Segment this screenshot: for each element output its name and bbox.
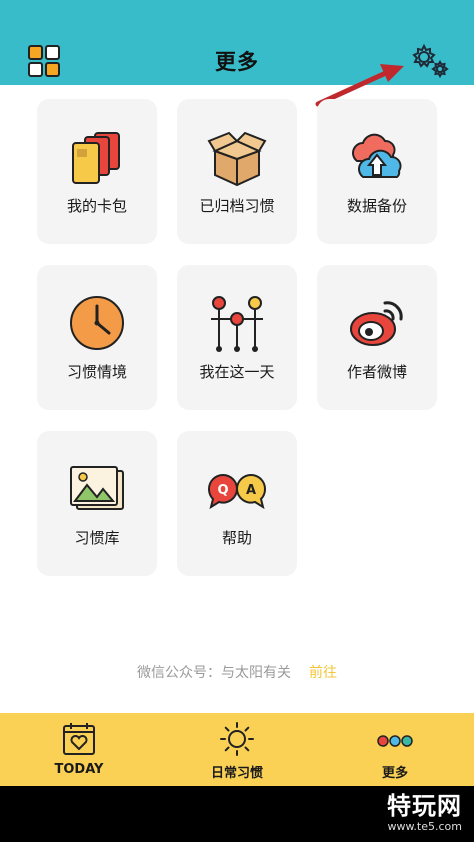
card-label: 数据备份	[346, 197, 407, 215]
tab-label: 更多	[381, 766, 408, 781]
card-help[interactable]: Q A 帮助	[177, 431, 297, 576]
svg-text:Q: Q	[217, 483, 228, 498]
tab-more[interactable]: 更多	[316, 713, 474, 786]
bottom-tab-bar: TODAY 日常习惯 更多	[0, 713, 474, 786]
tab-label: 日常习惯	[210, 766, 263, 781]
card-label: 帮助	[221, 529, 252, 547]
card-label: 作者微博	[346, 363, 407, 381]
picture-library-icon	[67, 459, 127, 519]
card-data-backup[interactable]: 数据备份	[317, 99, 437, 244]
card-my-wallet[interactable]: 我的卡包	[37, 99, 157, 244]
card-habit-library[interactable]: 习惯库	[37, 431, 157, 576]
card-label: 我在这一天	[199, 363, 275, 381]
weibo-icon	[347, 293, 407, 353]
card-label: 我的卡包	[66, 197, 127, 215]
sun-icon	[219, 721, 255, 757]
card-archived-habits[interactable]: 已归档习惯	[177, 99, 297, 244]
wechat-line: 微信公众号：与太阳有关 前往	[0, 662, 474, 682]
wechat-text: 微信公众号：与太阳有关	[137, 665, 291, 681]
card-habit-context[interactable]: 习惯情境	[37, 265, 157, 410]
archive-box-icon	[207, 127, 267, 187]
three-dots-icon	[377, 721, 413, 757]
calendar-heart-icon	[61, 721, 97, 757]
card-label: 习惯情境	[66, 363, 127, 381]
svg-text:A: A	[246, 483, 256, 498]
card-label: 习惯库	[74, 529, 120, 547]
card-wallet-icon	[67, 127, 127, 187]
card-author-weibo[interactable]: 作者微博	[317, 265, 437, 410]
qa-bubbles-icon: Q A	[207, 459, 267, 519]
settings-gears-icon[interactable]	[410, 43, 450, 79]
watermark-main: 特玩网	[387, 792, 462, 820]
card-on-this-day[interactable]: 我在这一天	[177, 265, 297, 410]
clock-icon	[67, 293, 127, 353]
watermark-sub: www.te5.com	[387, 820, 462, 833]
watermark: 特玩网 www.te5.com	[387, 792, 462, 834]
tab-label: TODAY	[54, 762, 104, 777]
wechat-go-link[interactable]: 前往	[309, 665, 337, 681]
tab-daily-habits[interactable]: 日常习惯	[158, 713, 316, 786]
timeline-icon	[207, 293, 267, 353]
card-label: 已归档习惯	[199, 197, 275, 215]
cloud-sync-icon	[347, 127, 407, 187]
tab-today[interactable]: TODAY	[0, 713, 158, 786]
